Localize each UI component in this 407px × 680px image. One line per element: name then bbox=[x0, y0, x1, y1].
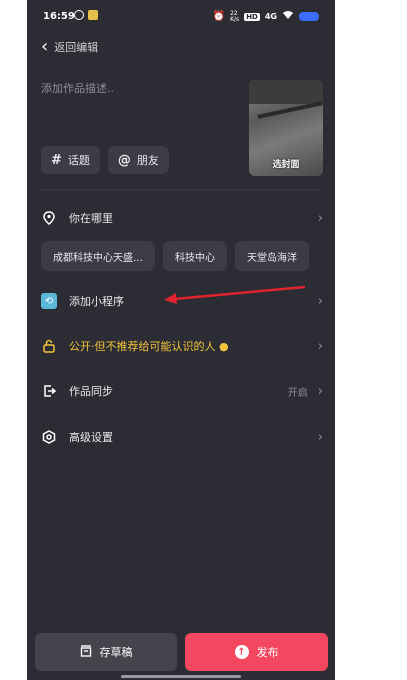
location-suggestion[interactable]: 天堂岛海洋 bbox=[235, 241, 309, 271]
status-bar: 16:59 ⏰ 22 K/s HD 4G bbox=[27, 0, 335, 32]
location-suggestion[interactable]: 科技中心 bbox=[163, 241, 227, 271]
save-draft-button[interactable]: 存草稿 bbox=[35, 633, 177, 671]
settings-hexagon-icon bbox=[41, 429, 57, 445]
home-indicator bbox=[121, 675, 241, 678]
unlock-icon bbox=[41, 338, 57, 354]
location-suggestions: 成都科技中心天盛… 科技中心 天堂岛海洋 bbox=[41, 241, 309, 271]
sync-export-icon bbox=[41, 383, 57, 399]
tag-chips: # 话题 @ 朋友 bbox=[41, 146, 169, 174]
status-time: 16:59 bbox=[43, 11, 75, 22]
location-suggestion[interactable]: 成都科技中心天盛… bbox=[41, 241, 155, 271]
location-row[interactable]: 你在哪里 › bbox=[41, 203, 323, 233]
chevron-right-icon: › bbox=[317, 210, 323, 226]
publish-button[interactable]: ↑ 发布 bbox=[185, 633, 328, 671]
upload-arrow-icon: ↑ bbox=[234, 645, 249, 659]
chevron-right-icon: › bbox=[317, 338, 323, 354]
bottom-action-bar: 存草稿 ↑ 发布 bbox=[27, 628, 335, 680]
cover-selector[interactable]: 选封面 bbox=[249, 80, 323, 176]
attention-dot-icon: ● bbox=[219, 340, 229, 353]
visibility-row[interactable]: 公开·但不推荐给可能认识的人 ● › bbox=[41, 331, 323, 361]
topic-button[interactable]: # 话题 bbox=[41, 146, 100, 174]
advanced-settings-row[interactable]: 高级设置 › bbox=[41, 422, 323, 452]
hd-badge: HD bbox=[244, 12, 260, 21]
sync-status-icon bbox=[74, 10, 84, 20]
annotation-arrow bbox=[164, 285, 306, 304]
location-pin-icon bbox=[41, 210, 57, 226]
at-icon: @ bbox=[117, 152, 131, 168]
sync-row[interactable]: 作品同步 开启 › bbox=[41, 376, 323, 406]
back-label: 返回编辑 bbox=[54, 41, 99, 54]
draft-box-icon bbox=[80, 644, 92, 660]
wifi-icon bbox=[282, 10, 294, 23]
description-input[interactable]: 添加作品描述.. bbox=[41, 80, 114, 96]
sync-status: 开启 bbox=[287, 387, 308, 399]
battery-icon bbox=[299, 12, 319, 21]
network-speed: 22 K/s bbox=[230, 9, 240, 23]
mention-friend-button[interactable]: @ 朋友 bbox=[107, 146, 169, 174]
back-to-edit-button[interactable]: ‹ 返回编辑 bbox=[41, 38, 98, 56]
chevron-right-icon: › bbox=[317, 293, 323, 309]
publish-screen: 16:59 ⏰ 22 K/s HD 4G ‹ 返回编辑 添加作品描述.. 选封面 bbox=[27, 0, 335, 680]
chevron-right-icon: › bbox=[317, 383, 323, 399]
chevron-right-icon: › bbox=[317, 429, 323, 445]
chevron-left-icon: ‹ bbox=[41, 36, 49, 57]
signal-icon: 4G bbox=[264, 12, 277, 21]
alarm-icon: ⏰ bbox=[212, 11, 226, 22]
app-notification-icon bbox=[88, 10, 98, 20]
mini-program-icon: ⟲ bbox=[41, 293, 57, 309]
cover-label: 选封面 bbox=[272, 160, 300, 170]
divider bbox=[41, 189, 321, 190]
hashtag-icon: # bbox=[51, 152, 62, 168]
